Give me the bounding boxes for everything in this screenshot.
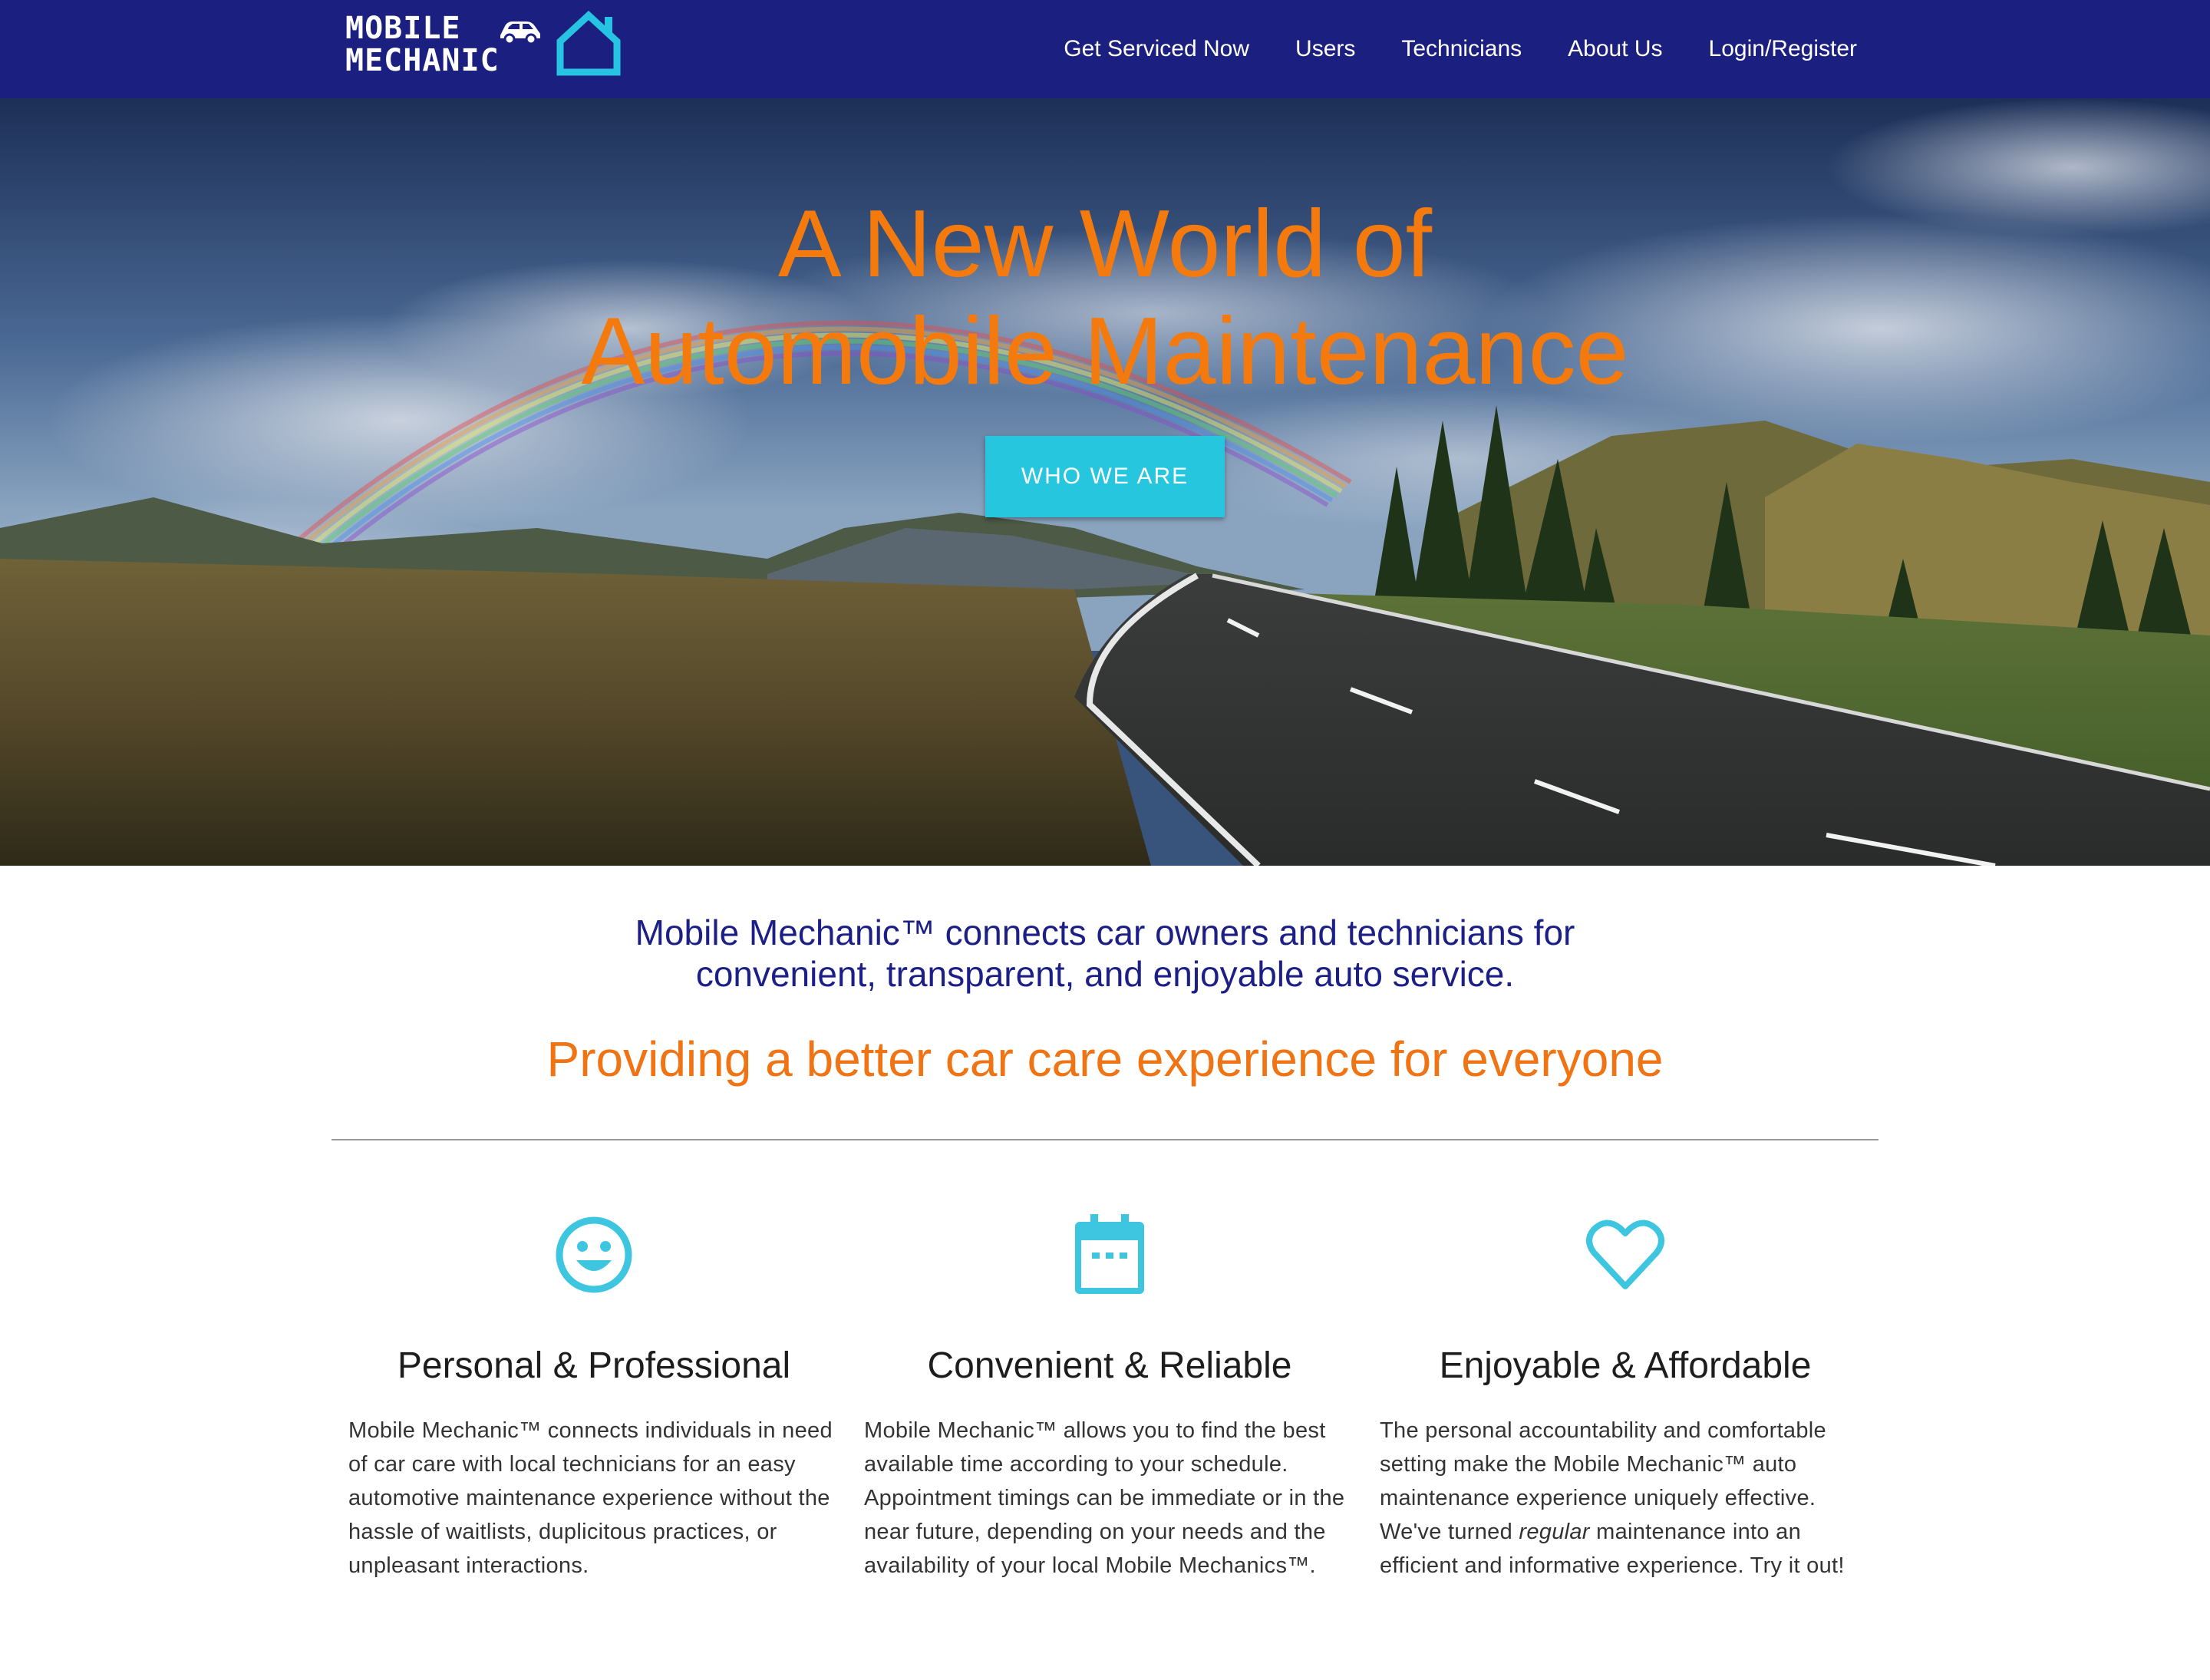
logo-line1: MOBILE	[345, 11, 461, 46]
who-we-are-button[interactable]: WHO WE ARE	[985, 436, 1225, 517]
intro-line2: convenient, transparent, and enjoyable a…	[695, 954, 1515, 994]
feature-title: Convenient & Reliable	[927, 1345, 1292, 1386]
hero-title-line2: Automobile Maintenance	[581, 299, 1629, 404]
nav-technicians[interactable]: Technicians	[1378, 36, 1545, 62]
nav-links: Get Serviced Now Users Technicians About…	[1041, 0, 1857, 98]
hero-banner: A New World of Automobile Maintenance WH…	[0, 98, 2210, 866]
nav-about-us[interactable]: About Us	[1545, 36, 1685, 62]
logo-wordmark: MOBILE MECHANIC	[345, 12, 500, 77]
feature-text-emphasis: regular	[1519, 1520, 1590, 1544]
logo[interactable]: MOBILE MECHANIC	[345, 11, 625, 80]
feature-title: Personal & Professional	[397, 1345, 791, 1386]
calendar-icon	[1075, 1214, 1144, 1294]
nav-users[interactable]: Users	[1272, 36, 1378, 62]
car-icon	[500, 21, 540, 45]
nav-login-register[interactable]: Login/Register	[1686, 36, 1857, 62]
hero-title: A New World of Automobile Maintenance	[0, 190, 2210, 405]
feature-text: The personal accountability and comforta…	[1380, 1414, 1871, 1583]
house-icon	[556, 11, 621, 76]
feature-title: Enjoyable & Affordable	[1439, 1345, 1812, 1386]
feature-enjoyable-affordable: Enjoyable & Affordable The personal acco…	[1380, 1213, 1871, 1578]
navbar: MOBILE MECHANIC Get Serviced Now Users T…	[0, 0, 2210, 98]
feature-personal-professional: Personal & Professional Mobile Mechanic™…	[348, 1213, 839, 1578]
hero-title-line1: A New World of	[777, 191, 1433, 297]
feature-convenient-reliable: Convenient & Reliable Mobile Mechanic™ a…	[864, 1213, 1355, 1578]
intro-line1: Mobile Mechanic™ connects car owners and…	[635, 913, 1575, 952]
nav-get-serviced-now[interactable]: Get Serviced Now	[1041, 36, 1272, 62]
tagline: Providing a better car care experience f…	[546, 1031, 1664, 1087]
feature-text: Mobile Mechanic™ connects individuals in…	[348, 1418, 833, 1578]
intro-text: Mobile Mechanic™ connects car owners and…	[0, 912, 2210, 995]
logo-line2: MECHANIC	[345, 43, 500, 78]
heart-icon	[1586, 1220, 1664, 1289]
feature-text: Mobile Mechanic™ allows you to find the …	[864, 1418, 1345, 1578]
smiley-icon	[556, 1216, 632, 1293]
section-divider	[332, 1139, 1879, 1140]
